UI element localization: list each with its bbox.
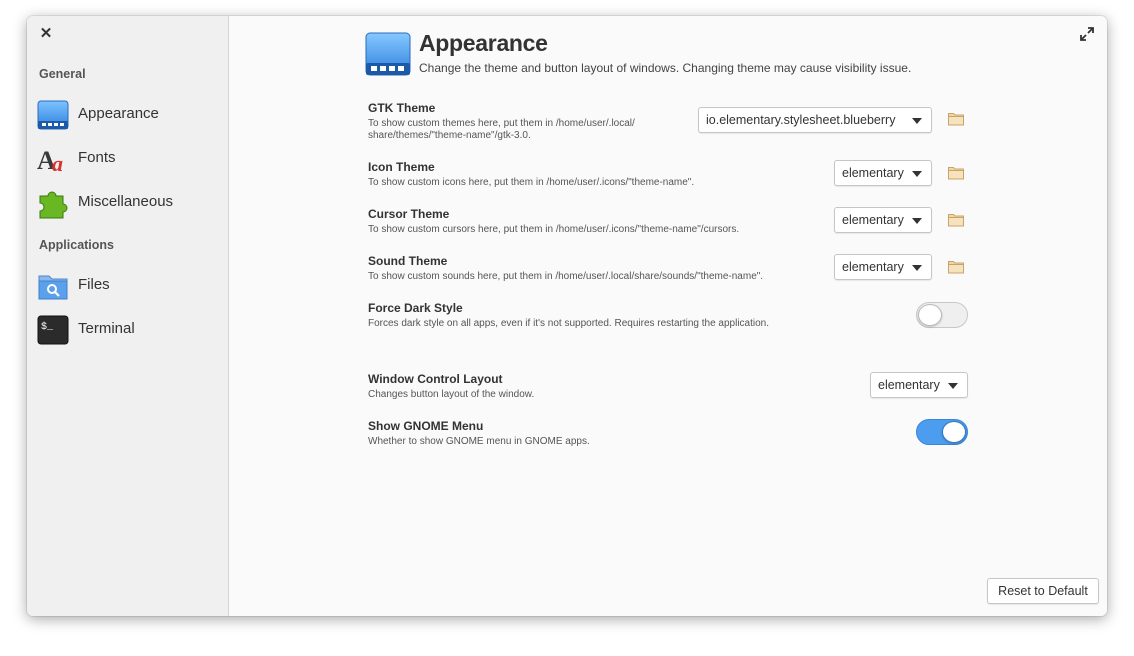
sidebar-item-miscellaneous[interactable]: Miscellaneous — [27, 181, 228, 225]
terminal-icon: $_ — [37, 315, 69, 345]
settings-window: ✕ General Appearance A a Fonts Miscellan… — [27, 16, 1107, 616]
puzzle-icon — [39, 191, 68, 219]
setting-description: Whether to show GNOME menu in GNOME apps… — [368, 436, 590, 447]
chevron-down-icon — [948, 383, 958, 389]
sidebar-item-label: Miscellaneous — [78, 193, 174, 210]
sidebar-item-label: Files — [78, 276, 110, 293]
fonts-icon: A a — [37, 146, 63, 175]
reset-to-default-button[interactable]: Reset to Default — [987, 578, 1099, 604]
icon-theme-dropdown[interactable]: elementary — [834, 160, 932, 186]
force-dark-style-switch[interactable] — [916, 302, 968, 328]
folder-icon[interactable] — [948, 260, 964, 274]
sound-theme-dropdown[interactable]: elementary — [834, 254, 932, 280]
switch-knob — [918, 304, 942, 326]
sidebar-item-files[interactable]: Files — [27, 264, 228, 308]
chevron-down-icon — [912, 171, 922, 177]
chevron-down-icon — [912, 218, 922, 224]
setting-title: Show GNOME Menu — [368, 419, 484, 433]
dropdown-value: elementary — [878, 378, 940, 392]
close-icon[interactable]: ✕ — [39, 26, 53, 42]
dropdown-value: io.elementary.stylesheet.blueberry — [706, 113, 896, 127]
sidebar-item-fonts[interactable]: A a Fonts — [27, 137, 228, 181]
sidebar: ✕ General Appearance A a Fonts Miscellan… — [27, 16, 229, 616]
sidebar-item-label: Appearance — [78, 105, 159, 122]
switch-knob — [942, 421, 966, 443]
setting-description: Forces dark style on all apps, even if i… — [368, 318, 770, 329]
chevron-down-icon — [912, 265, 922, 271]
main-content: Appearance Change the theme and button l… — [229, 16, 1107, 616]
setting-force-dark-style: Force Dark Style Forces dark style on al… — [368, 301, 988, 330]
folder-icon[interactable] — [948, 112, 964, 126]
svg-text:$_: $_ — [41, 321, 54, 333]
page-subtitle: Change the theme and button layout of wi… — [419, 61, 912, 75]
sidebar-item-terminal[interactable]: $_ Terminal — [27, 308, 228, 352]
sidebar-item-label: Fonts — [78, 149, 116, 166]
dropdown-value: elementary — [842, 213, 904, 227]
sidebar-item-appearance[interactable]: Appearance — [27, 93, 228, 137]
appearance-header-icon — [365, 32, 411, 76]
show-gnome-menu-switch[interactable] — [916, 419, 968, 445]
sidebar-heading-general: General — [39, 67, 86, 81]
chevron-down-icon — [912, 118, 922, 124]
setting-show-gnome-menu: Show GNOME Menu Whether to show GNOME me… — [368, 419, 988, 448]
files-icon — [38, 275, 68, 300]
dropdown-value: elementary — [842, 260, 904, 274]
folder-icon[interactable] — [948, 213, 964, 227]
maximize-icon[interactable] — [1079, 26, 1095, 42]
sidebar-heading-applications: Applications — [39, 238, 115, 252]
page-title: Appearance — [419, 30, 548, 56]
folder-icon[interactable] — [948, 166, 964, 180]
setting-title: Force Dark Style — [368, 301, 463, 315]
sidebar-item-label: Terminal — [78, 320, 135, 337]
svg-text:a: a — [52, 151, 63, 175]
dropdown-value: elementary — [842, 166, 904, 180]
gtk-theme-dropdown[interactable]: io.elementary.stylesheet.blueberry — [698, 107, 932, 133]
cursor-theme-dropdown[interactable]: elementary — [834, 207, 932, 233]
appearance-icon — [37, 100, 69, 130]
window-control-layout-dropdown[interactable]: elementary — [870, 372, 968, 398]
